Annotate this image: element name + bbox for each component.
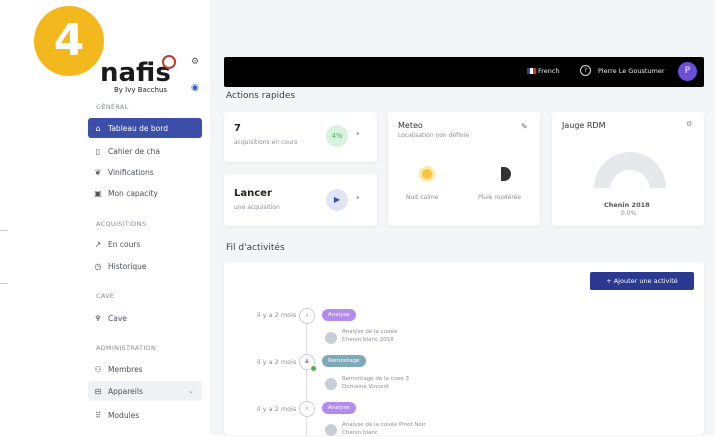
gauge-value-label: Chenin 2018 bbox=[604, 201, 650, 209]
avatar bbox=[325, 332, 337, 344]
sidebar-item-dashboard[interactable]: ⌂ Tableau de bord bbox=[88, 118, 202, 138]
device-icon: ⊟ bbox=[94, 386, 102, 396]
sidebar-item-label: Cave bbox=[108, 313, 127, 323]
logo-subtitle: By Ivy Bacchus bbox=[114, 86, 168, 94]
avatar[interactable]: P bbox=[678, 62, 697, 81]
avatar bbox=[325, 424, 337, 436]
play-icon: ▶ bbox=[326, 189, 348, 211]
sidebar-item-in-progress[interactable]: ↗ En cours bbox=[88, 234, 202, 254]
activity-line1: Analyse de la cuvée bbox=[342, 329, 398, 335]
launch-card[interactable]: Lancer une acquisition ▶ › bbox=[224, 174, 377, 226]
top-bar: French ? Pierre Le Goustumer P bbox=[224, 57, 704, 87]
app-logo[interactable]: nafis bbox=[100, 58, 171, 88]
barrel-icon: ♆ bbox=[94, 313, 102, 323]
app-window: 4 nafis By Ivy Bacchus ⚙ ◉ GÉNÉRAL ⌂ Tab… bbox=[0, 0, 715, 436]
night-label: Pluie modérée bbox=[478, 194, 522, 201]
gauge-title: Jauge RDM bbox=[562, 121, 606, 130]
activity-title: Fil d'activités bbox=[226, 243, 285, 253]
trend-icon: ↗ bbox=[94, 239, 102, 249]
launch-label: une acquisition bbox=[234, 204, 280, 211]
timeline-time: il y a 2 mois bbox=[257, 405, 297, 413]
section-acquisitions: ACQUISITIONS bbox=[96, 220, 147, 228]
activity-line1: Remontage de la cuve 3 bbox=[342, 376, 409, 382]
sidebar-item-members[interactable]: ⚇ Membres bbox=[88, 359, 202, 379]
globe-icon[interactable]: ◉ bbox=[191, 83, 199, 93]
sidebar-item-label: Cahier de cha bbox=[108, 146, 160, 156]
quick-actions-title: Actions rapides bbox=[226, 91, 296, 101]
sidebar-item-devices[interactable]: ⊟ Appareils ⌄ bbox=[88, 381, 202, 401]
weather-card: Meteo Localisation non définie ✎ Nuit ca… bbox=[388, 112, 540, 226]
flag-icon bbox=[527, 68, 536, 74]
sidebar-item-label: Tableau de bord bbox=[108, 123, 168, 133]
timeline-time: il y a 2 mois bbox=[257, 311, 297, 319]
weather-title: Meteo bbox=[398, 121, 423, 130]
edit-icon[interactable]: ✎ bbox=[521, 122, 528, 131]
moon-icon bbox=[501, 167, 511, 181]
add-activity-button[interactable]: + Ajouter une activité bbox=[590, 272, 694, 290]
sidebar-item-label: Modules bbox=[108, 410, 140, 420]
section-admin: ADMINISTRATION bbox=[96, 344, 157, 352]
status-dot bbox=[310, 365, 317, 372]
home-icon: ⌂ bbox=[95, 123, 101, 133]
users-icon: ⚇ bbox=[94, 364, 102, 374]
sidebar-item-vinifications[interactable]: ❦ Vinifications bbox=[88, 162, 202, 182]
chevron-right-icon[interactable]: › bbox=[356, 129, 360, 139]
sidebar-item-label: Membres bbox=[108, 364, 143, 374]
sidebar-item-label: Historique bbox=[108, 261, 147, 271]
sidebar-item-notebook[interactable]: ▯ Cahier de cha bbox=[88, 141, 202, 161]
avatar bbox=[325, 378, 337, 390]
activity-line1: Analyse de la cuvée Pinot Noir bbox=[342, 422, 426, 428]
activity-line2: Chenin blanc bbox=[342, 430, 378, 436]
timeline-time: il y a 2 mois bbox=[257, 358, 297, 366]
day-label: Nuit calme bbox=[406, 194, 439, 201]
settings-icon[interactable]: ⚙ bbox=[191, 57, 199, 67]
sidebar-item-capacity[interactable]: ▣ Mon capacity bbox=[88, 183, 202, 203]
chevron-down-icon: ⌄ bbox=[188, 387, 194, 395]
analysis-icon: ⌕ bbox=[299, 401, 315, 417]
grape-icon: ❦ bbox=[94, 167, 102, 177]
timeline-line bbox=[306, 316, 307, 435]
sidebar-item-label: En cours bbox=[108, 239, 141, 249]
grid-icon: ⠿ bbox=[95, 410, 101, 420]
activity-line2: Domaine Vincent bbox=[342, 384, 390, 390]
sidebar-item-modules[interactable]: ⠿ Modules bbox=[88, 405, 202, 425]
sidebar-item-cave[interactable]: ♆ Cave bbox=[88, 308, 202, 328]
help-icon[interactable]: ? bbox=[580, 65, 591, 76]
section-general: GÉNÉRAL bbox=[96, 103, 129, 111]
launch-title: Lancer bbox=[234, 188, 272, 199]
sidebar-item-history[interactable]: ◷ Historique bbox=[88, 256, 202, 276]
step-badge: 4 bbox=[34, 6, 104, 76]
gauge-settings-icon[interactable]: ⚙ bbox=[686, 120, 692, 128]
acquisitions-count: 7 bbox=[234, 123, 241, 134]
margin-tick bbox=[0, 230, 8, 231]
language-selector[interactable]: French bbox=[538, 67, 560, 75]
activity-line2: Chenin blanc 2018 bbox=[342, 337, 394, 343]
clock-icon: ◷ bbox=[94, 261, 102, 271]
sidebar-item-label: Appareils bbox=[108, 386, 143, 396]
acquisitions-card[interactable]: 7 acquisitions en cours 4% › bbox=[224, 112, 377, 162]
gauge-percent: 0.0% bbox=[621, 210, 637, 217]
margin-tick bbox=[0, 283, 8, 284]
activity-tag[interactable]: Remontage bbox=[322, 355, 366, 367]
section-cave: CAVE bbox=[96, 292, 115, 300]
activity-tag[interactable]: Analyse bbox=[322, 309, 356, 321]
sun-icon bbox=[422, 169, 432, 179]
acquisitions-label: acquisitions en cours bbox=[234, 139, 298, 146]
weather-subtitle: Localisation non définie bbox=[398, 132, 470, 139]
notebook-icon: ▯ bbox=[95, 146, 101, 156]
chevron-right-icon[interactable]: › bbox=[356, 193, 360, 203]
user-name[interactable]: Pierre Le Goustumer bbox=[598, 67, 665, 75]
box-icon: ▣ bbox=[94, 188, 102, 198]
sidebar-item-label: Mon capacity bbox=[108, 188, 158, 198]
logo-mark-icon bbox=[162, 55, 176, 69]
activity-tag[interactable]: Analyse bbox=[322, 402, 356, 414]
acquisitions-percent-icon: 4% bbox=[326, 125, 348, 147]
sidebar-item-label: Vinifications bbox=[108, 167, 154, 177]
analysis-icon: ⌕ bbox=[299, 308, 315, 324]
